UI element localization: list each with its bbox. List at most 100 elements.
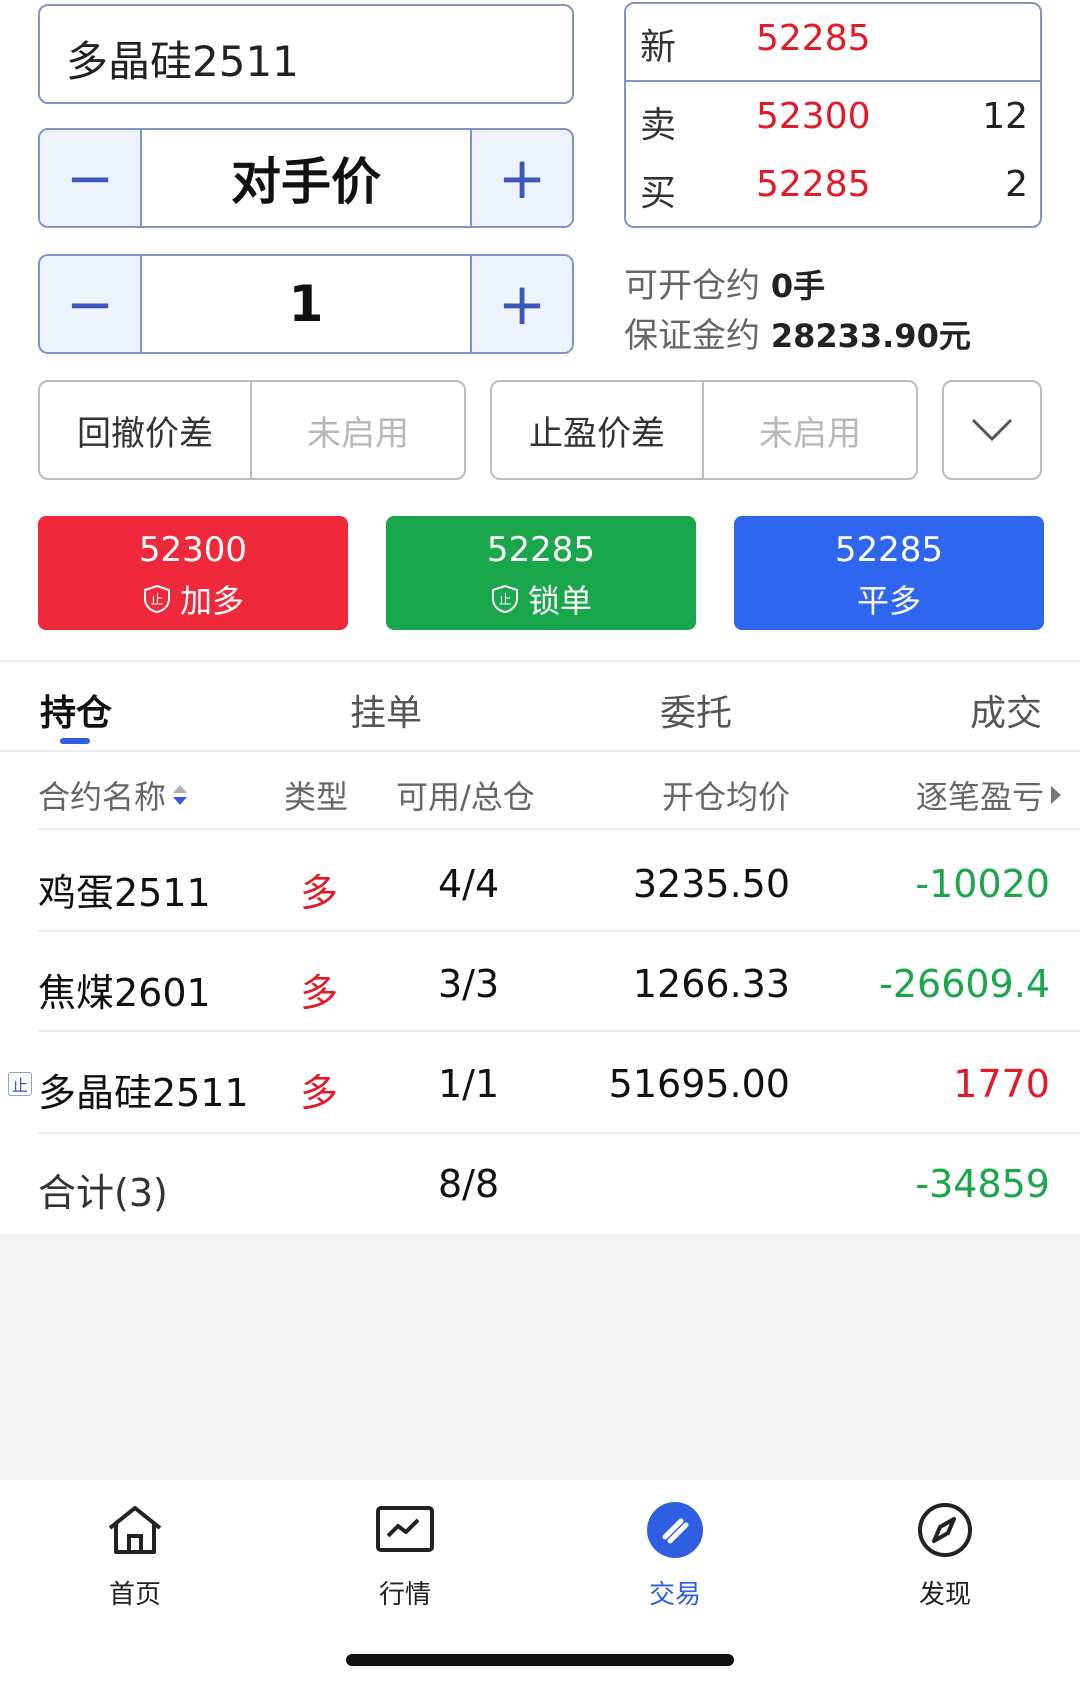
ask-volume: 12 (982, 96, 1028, 137)
nav-market-label: 行情 (378, 1580, 431, 1610)
open-label: 可开仓约 (624, 266, 760, 306)
price-mode[interactable]: 对手价 (140, 130, 472, 226)
row-type: 多 (300, 971, 339, 1015)
row-contract: 鸡蛋2511 (38, 871, 211, 915)
empty-area (0, 1234, 1080, 1480)
chart-icon (376, 1506, 434, 1552)
close-long-label: 平多 (856, 582, 921, 620)
pullback-spread[interactable]: 回撤价差 未启用 (38, 380, 466, 480)
nav-home-label: 首页 (108, 1580, 161, 1610)
header-contract[interactable]: 合约名称 (38, 772, 188, 818)
nav-discover[interactable]: 发现 (885, 1500, 1005, 1611)
lock-position-label: 锁单 (527, 582, 592, 620)
header-contract-label: 合约名称 (38, 778, 167, 816)
header-avg-price: 开仓均价 (661, 778, 790, 816)
nav-discover-label: 发现 (918, 1580, 971, 1610)
row-divider (38, 930, 1080, 932)
total-pnl: -34859 (915, 1162, 1050, 1206)
nav-home[interactable]: 首页 (75, 1500, 195, 1611)
price-decrease-button[interactable]: − (40, 130, 140, 226)
tab-positions[interactable]: 持仓 (40, 684, 112, 736)
price-increase-button[interactable]: + (472, 130, 572, 226)
row-pnl: -26609.4 (879, 962, 1050, 1006)
trade-icon (647, 1502, 703, 1558)
open-available: 可开仓约 0手 (624, 258, 825, 307)
active-tab-indicator (60, 738, 90, 744)
takeprofit-value[interactable]: 未启用 (704, 382, 916, 478)
open-value: 0手 (770, 267, 826, 305)
shield-icon: 止 (143, 584, 170, 614)
bid-volume: 2 (1005, 164, 1028, 205)
takeprofit-spread[interactable]: 止盈价差 未启用 (490, 380, 918, 480)
row-divider (38, 1132, 1080, 1134)
header-divider (38, 828, 1080, 830)
tab-pending[interactable]: 挂单 (350, 684, 422, 736)
close-long-price: 52285 (834, 530, 944, 570)
takeprofit-label: 止盈价差 (492, 382, 704, 478)
section-divider (0, 660, 1080, 662)
tabs-divider (0, 750, 1080, 752)
total-qty: 8/8 (438, 1162, 500, 1206)
row-qty: 1/1 (438, 1062, 500, 1106)
home-icon (108, 1506, 162, 1554)
margin-label: 保证金约 (624, 316, 760, 356)
ask-row[interactable]: 卖 52300 12 (626, 96, 1040, 156)
bid-row[interactable]: 买 52285 2 (626, 164, 1040, 224)
more-options-button[interactable] (942, 380, 1042, 480)
row-pnl: 1770 (953, 1062, 1050, 1106)
svg-text:止: 止 (498, 593, 511, 608)
last-price: 52285 (756, 18, 871, 59)
contract-selector[interactable]: 多晶硅2511 (38, 4, 574, 104)
header-qty: 可用/总仓 (396, 778, 535, 816)
stop-badge: 止 (8, 1072, 32, 1096)
pullback-label: 回撤价差 (40, 382, 252, 478)
add-long-label: 加多 (179, 582, 244, 620)
row-divider (38, 1030, 1080, 1032)
lock-position-button[interactable]: 52285 止 锁单 (386, 516, 696, 630)
price-stepper: − 对手价 + (38, 128, 574, 228)
nav-market[interactable]: 行情 (345, 1500, 465, 1611)
close-long-button[interactable]: 52285 平多 (734, 516, 1044, 630)
row-avg-price: 1266.33 (632, 962, 790, 1006)
lock-position-price: 52285 (486, 530, 596, 570)
last-label: 新 (640, 27, 677, 68)
tab-trades[interactable]: 成交 (970, 684, 1042, 736)
quantity-stepper: − 1 + (38, 254, 574, 354)
row-qty: 4/4 (438, 862, 500, 906)
nav-trade-label: 交易 (648, 1580, 701, 1610)
row-pnl: -10020 (915, 862, 1050, 906)
quote-panel: 新 52285 卖 52300 12 买 52285 2 (624, 2, 1042, 228)
pullback-value[interactable]: 未启用 (252, 382, 464, 478)
last-price-row: 新 52285 (626, 18, 1040, 78)
ask-label: 卖 (640, 105, 677, 146)
quantity-increase-button[interactable]: + (472, 256, 572, 352)
row-qty: 3/3 (438, 962, 500, 1006)
quantity-input[interactable]: 1 (140, 256, 472, 352)
header-type: 类型 (284, 778, 349, 816)
sort-icon (173, 785, 188, 805)
quantity-decrease-button[interactable]: − (40, 256, 140, 352)
header-pnl[interactable]: 逐笔盈亏 (916, 772, 1062, 818)
margin-estimate: 保证金约 28233.90元 (624, 308, 971, 357)
compass-icon (918, 1503, 972, 1557)
margin-value: 28233.90元 (770, 317, 971, 355)
shield-icon: 止 (491, 584, 518, 614)
row-avg-price: 51695.00 (608, 1062, 790, 1106)
bid-price: 52285 (756, 164, 871, 205)
row-contract: 焦煤2601 (38, 971, 211, 1015)
total-label: 合计(3) (38, 1171, 168, 1215)
add-long-price: 52300 (138, 530, 248, 570)
chevron-down-icon (971, 418, 1013, 442)
contract-name: 多晶硅2511 (66, 37, 299, 86)
tab-orders[interactable]: 委托 (660, 684, 732, 736)
quote-divider (626, 80, 1040, 82)
nav-trade[interactable]: 交易 (615, 1500, 735, 1611)
add-long-button[interactable]: 52300 止 加多 (38, 516, 348, 630)
bid-label: 买 (640, 173, 677, 214)
row-avg-price: 3235.50 (632, 862, 790, 906)
row-type: 多 (300, 871, 339, 915)
home-indicator (346, 1654, 734, 1666)
row-contract: 多晶硅2511 (38, 1071, 249, 1115)
header-pnl-label: 逐笔盈亏 (915, 778, 1044, 816)
caret-right-icon (1051, 786, 1061, 804)
